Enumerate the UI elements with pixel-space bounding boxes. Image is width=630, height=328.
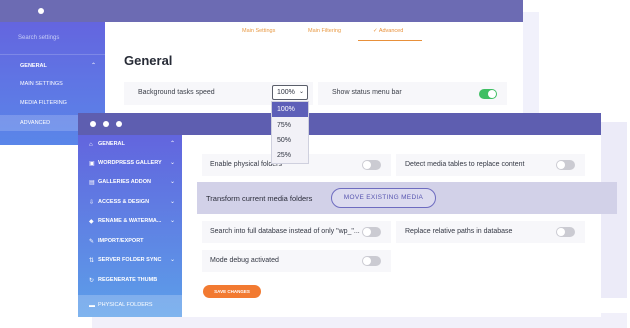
front-settings-window: ⌂ GENERAL ⌃ ▣ WORDPRESS GALLERY ⌄ ▤ GALL…: [78, 113, 601, 317]
tag-icon: ◆: [89, 219, 94, 225]
gallery-icon: ▤: [89, 180, 95, 186]
screenshot-stage: Search settings GENERAL ⌃ MAIN SETTINGS …: [0, 0, 630, 328]
tab-advanced[interactable]: ✓ Advanced: [373, 28, 403, 34]
background-speed-value: 100%: [277, 89, 295, 96]
sidebar-item-main-settings[interactable]: MAIN SETTINGS: [20, 81, 63, 87]
chevron-down-icon: ⌄: [170, 218, 176, 224]
detect-media-tables-row: Detect media tables to replace content: [396, 154, 585, 176]
speed-option[interactable]: 25%: [272, 148, 308, 163]
mode-debug-toggle[interactable]: [362, 256, 381, 266]
replace-relative-paths-toggle[interactable]: [556, 227, 575, 237]
option-label: Search into full database instead of onl…: [210, 228, 360, 235]
replace-relative-paths-row: Replace relative paths in database: [396, 221, 585, 243]
sidebar-item-label: GALLERIES ADDON: [98, 179, 151, 185]
status-bar-label: Show status menu bar: [332, 89, 402, 96]
speed-option[interactable]: 75%: [272, 118, 308, 133]
speed-option[interactable]: 50%: [272, 133, 308, 148]
background-speed-label: Background tasks speed: [138, 89, 215, 96]
sidebar-group-general[interactable]: GENERAL: [20, 63, 47, 69]
sync-icon: ⇅: [89, 258, 95, 264]
sidebar-item-rename-watermark[interactable]: ◆ RENAME & WATERMA... ⌄: [78, 213, 182, 231]
option-label: Replace relative paths in database: [405, 228, 513, 235]
search-settings-input[interactable]: Search settings: [18, 35, 59, 41]
home-icon: ⌂: [89, 142, 93, 148]
detect-media-tables-toggle[interactable]: [556, 160, 575, 170]
sidebar-item-regenerate-thumb[interactable]: ↻ REGENERATE THUMB: [78, 272, 182, 290]
sidebar-item-import-export[interactable]: ✎ IMPORT/EXPORT: [78, 233, 182, 251]
chevron-down-icon: ⌄: [170, 179, 176, 185]
window-titlebar: [78, 113, 601, 135]
backdrop-panel: [523, 12, 539, 122]
sidebar-item-access-design[interactable]: ⇩ ACCESS & DESIGN ⌄: [78, 194, 182, 212]
speed-dropdown-menu: 100% 75% 50% 25%: [271, 101, 309, 164]
download-icon: ⇩: [89, 200, 95, 206]
sidebar-divider: [0, 54, 105, 55]
window-dot: [38, 8, 44, 14]
sidebar-item-label: PHYSICAL FOLDERS: [98, 302, 153, 308]
option-label: Detect media tables to replace content: [405, 161, 525, 168]
sidebar-item-label: REGENERATE THUMB: [98, 277, 158, 283]
folder-icon: ▬: [89, 303, 95, 309]
sidebar-item-physical-folders[interactable]: ▬ PHYSICAL FOLDERS: [78, 295, 182, 317]
enable-physical-folders-toggle[interactable]: [362, 160, 381, 170]
page-title: General: [124, 53, 173, 68]
chevron-down-icon: ⌄: [170, 160, 176, 166]
mode-debug-row: Mode debug activated: [202, 250, 391, 272]
option-label: Mode debug activated: [210, 257, 279, 264]
sidebar-item-galleries-addon[interactable]: ▤ GALLERIES ADDON ⌄: [78, 174, 182, 192]
speed-option[interactable]: 100%: [272, 102, 308, 117]
chevron-down-icon: ⌄: [170, 257, 176, 263]
save-changes-button[interactable]: SAVE CHANGES: [203, 285, 261, 298]
transform-folders-row: Transform current media folders MOVE EXI…: [197, 182, 617, 214]
active-tab-underline: [358, 40, 422, 41]
chevron-down-icon: ⌄: [298, 89, 304, 95]
tab-main-filtering[interactable]: Main Filtering: [308, 28, 341, 34]
background-speed-select[interactable]: 100% ⌄: [272, 85, 308, 100]
sidebar-item-label: RENAME & WATERMA...: [98, 218, 162, 224]
window-dot: [103, 121, 109, 127]
move-existing-media-button[interactable]: MOVE EXISTING MEDIA: [331, 188, 436, 208]
sidebar-item-general[interactable]: ⌂ GENERAL ⌃: [78, 136, 182, 154]
settings-tabs: Main Settings Main Filtering ✓ Advanced: [105, 22, 523, 42]
image-icon: ▣: [89, 161, 95, 167]
wrench-icon: ✎: [89, 239, 95, 245]
chevron-up-icon: ⌃: [91, 63, 97, 69]
tab-main-settings[interactable]: Main Settings: [242, 28, 275, 34]
sidebar: ⌂ GENERAL ⌃ ▣ WORDPRESS GALLERY ⌄ ▤ GALL…: [78, 135, 182, 317]
sidebar-item-wordpress-gallery[interactable]: ▣ WORDPRESS GALLERY ⌄: [78, 155, 182, 173]
sidebar-item-label: WORDPRESS GALLERY: [98, 160, 162, 166]
refresh-icon: ↻: [89, 278, 95, 284]
sidebar-item-label: IMPORT/EXPORT: [98, 238, 144, 244]
sidebar-item-media-filtering[interactable]: MEDIA FILTERING: [20, 100, 67, 106]
sidebar-item-label: ACCESS & DESIGN: [98, 199, 150, 205]
sidebar-item-label: SERVER FOLDER SYNC: [98, 257, 162, 263]
search-full-db-row: Search into full database instead of onl…: [202, 221, 391, 243]
window-dot: [116, 121, 122, 127]
window-dot: [90, 121, 96, 127]
chevron-up-icon: ⌃: [170, 141, 176, 147]
status-bar-row: Show status menu bar: [318, 82, 507, 105]
search-full-db-toggle[interactable]: [362, 227, 381, 237]
window-titlebar: [0, 0, 523, 22]
sidebar-item-server-folder-sync[interactable]: ⇅ SERVER FOLDER SYNC ⌄: [78, 252, 182, 270]
chevron-down-icon: ⌄: [170, 199, 176, 205]
sidebar-item-label: GENERAL: [98, 141, 125, 147]
status-bar-toggle[interactable]: [479, 89, 497, 99]
transform-folders-label: Transform current media folders: [206, 194, 313, 203]
